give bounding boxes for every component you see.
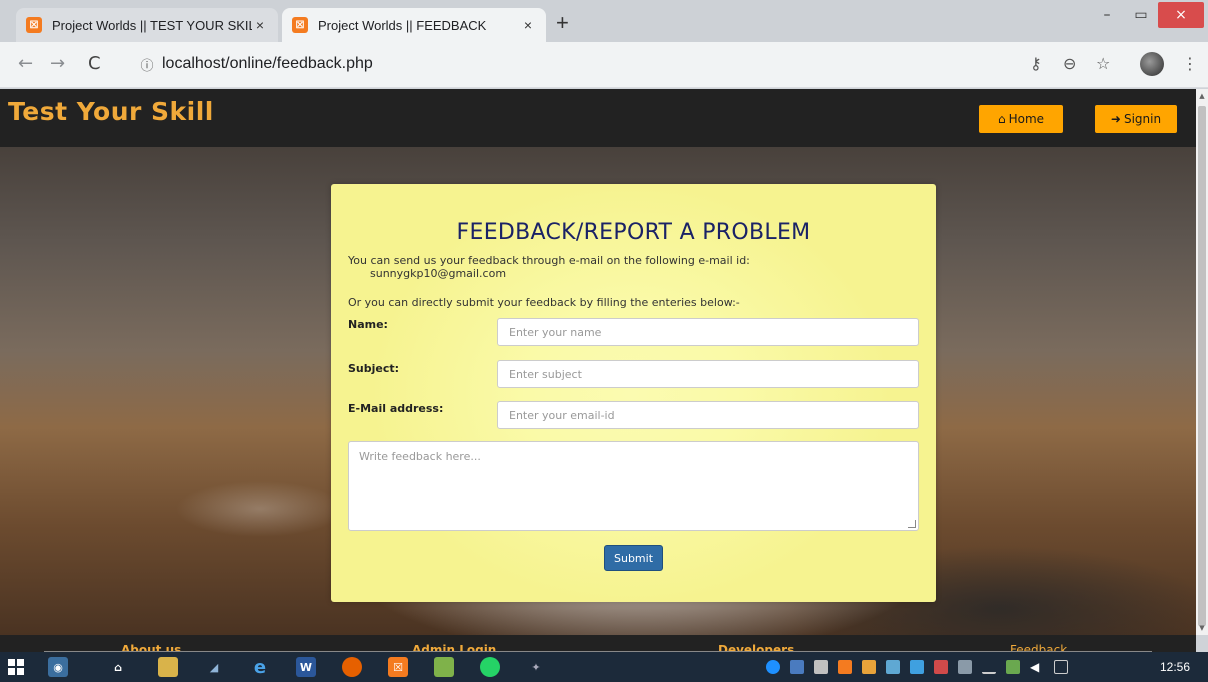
alt-instructions: Or you can directly submit your feedback… [348,296,740,309]
taskbar-clock[interactable]: 12:56 [1160,660,1190,674]
feedback-placeholder: Write feedback here... [359,450,481,463]
email-label: E-Mail address: [348,402,444,415]
contact-email: sunnygkp10@gmail.com [370,267,507,280]
tray-icon[interactable] [958,660,972,674]
misc-taskbar-icon[interactable]: ✦ [526,657,546,677]
chrome-taskbar-icon[interactable]: ◉ [48,657,68,677]
network-icon[interactable] [982,660,996,674]
info-icon[interactable]: ⓘ [132,55,162,74]
tray-icon[interactable] [934,660,948,674]
volume-icon[interactable]: ◀ [1030,660,1044,674]
tray-icon[interactable] [814,660,828,674]
close-icon[interactable]: × [520,17,536,33]
menu-icon[interactable]: ⋮ [1182,54,1198,74]
tray-icon[interactable] [790,660,804,674]
close-icon[interactable]: × [252,17,268,33]
back-button[interactable]: ← [18,54,33,74]
scrollbar-thumb[interactable] [1198,106,1206,626]
maximize-button[interactable]: ▭ [1124,0,1158,30]
tool-taskbar-icon[interactable]: ◢ [204,657,224,677]
profile-avatar[interactable] [1140,52,1164,76]
url-text: localhost/online/feedback.php [162,55,373,72]
site-footer: About us Admin Login Developers Feedback [0,635,1196,652]
notepad-icon[interactable] [434,657,454,677]
key-icon[interactable]: ⚷ [1030,54,1042,74]
tray-icon[interactable] [886,660,900,674]
subject-input[interactable]: Enter subject [497,360,919,388]
subject-label: Subject: [348,362,400,375]
home-icon: ⌂ [997,112,1006,126]
forward-button[interactable]: → [50,54,65,74]
page-title: FEEDBACK/REPORT A PROBLEM [456,220,811,245]
tab-title: Project Worlds || FEEDBACK [318,17,487,33]
tray-icon[interactable] [1006,660,1020,674]
word-icon[interactable]: W [296,657,316,677]
resize-handle-icon[interactable] [908,520,916,528]
signin-button[interactable]: ➜ Signin [1095,105,1177,133]
signin-label: Signin [1123,112,1162,126]
whatsapp-icon[interactable] [480,657,500,677]
start-icon[interactable] [8,659,24,675]
address-bar[interactable]: ⓘ localhost/online/feedback.php [122,47,1002,81]
browser-tab-test-your-skill[interactable]: ☒ Project Worlds || TEST YOUR SKIL × [16,8,278,42]
home-button[interactable]: ⌂ Home [979,105,1063,133]
scroll-down-icon[interactable]: ▼ [1196,624,1208,632]
help-icon[interactable] [766,660,780,674]
xampp-icon: ☒ [292,17,308,33]
new-tab-button[interactable]: + [556,12,569,34]
site-navbar: Test Your Skill ⌂ Home ➜ Signin [0,89,1196,147]
xampp-icon: ☒ [26,17,42,33]
email-input[interactable]: Enter your email-id [497,401,919,429]
tab-title: Project Worlds || TEST YOUR SKIL [52,17,252,33]
browser-tab-strip: ☒ Project Worlds || TEST YOUR SKIL × ☒ P… [0,0,1208,42]
name-input[interactable]: Enter your name [497,318,919,346]
close-window-button[interactable]: × [1158,2,1204,28]
intro-text: You can send us your feedback through e-… [348,254,750,267]
battery-icon[interactable] [1054,660,1068,674]
submit-button[interactable]: Submit [604,545,663,571]
scroll-up-icon[interactable]: ▲ [1196,92,1208,100]
browser-toolbar: ← → C ⓘ localhost/online/feedback.php ⚷ … [0,42,1208,88]
star-icon[interactable]: ☆ [1096,54,1110,74]
feedback-panel: FEEDBACK/REPORT A PROBLEM You can send u… [331,184,936,602]
tray-icon[interactable] [862,660,876,674]
tray-icon[interactable] [838,660,852,674]
page-viewport: Test Your Skill ⌂ Home ➜ Signin FEEDBACK… [0,89,1196,635]
home-taskbar-icon[interactable]: ⌂ [108,657,128,677]
xampp-taskbar-icon[interactable]: ☒ [388,657,408,677]
browser-tab-feedback[interactable]: ☒ Project Worlds || FEEDBACK × [282,8,546,42]
firefox-icon[interactable] [342,657,362,677]
zoom-icon[interactable]: ⊖ [1063,54,1076,74]
name-label: Name: [348,318,388,331]
feedback-textarea[interactable]: Write feedback here... [348,441,919,531]
ie-icon[interactable]: e [250,657,270,678]
file-explorer-icon[interactable] [158,657,178,677]
minimize-button[interactable]: – [1090,0,1124,30]
windows-taskbar: ◉ ⌂ ◢ e W ☒ ✦ ◀ 12:56 [0,652,1208,682]
signin-icon: ➜ [1110,112,1121,126]
home-label: Home [1008,112,1045,126]
reload-button[interactable]: C [88,54,101,74]
site-brand[interactable]: Test Your Skill [8,97,214,126]
tray-icon[interactable] [910,660,924,674]
